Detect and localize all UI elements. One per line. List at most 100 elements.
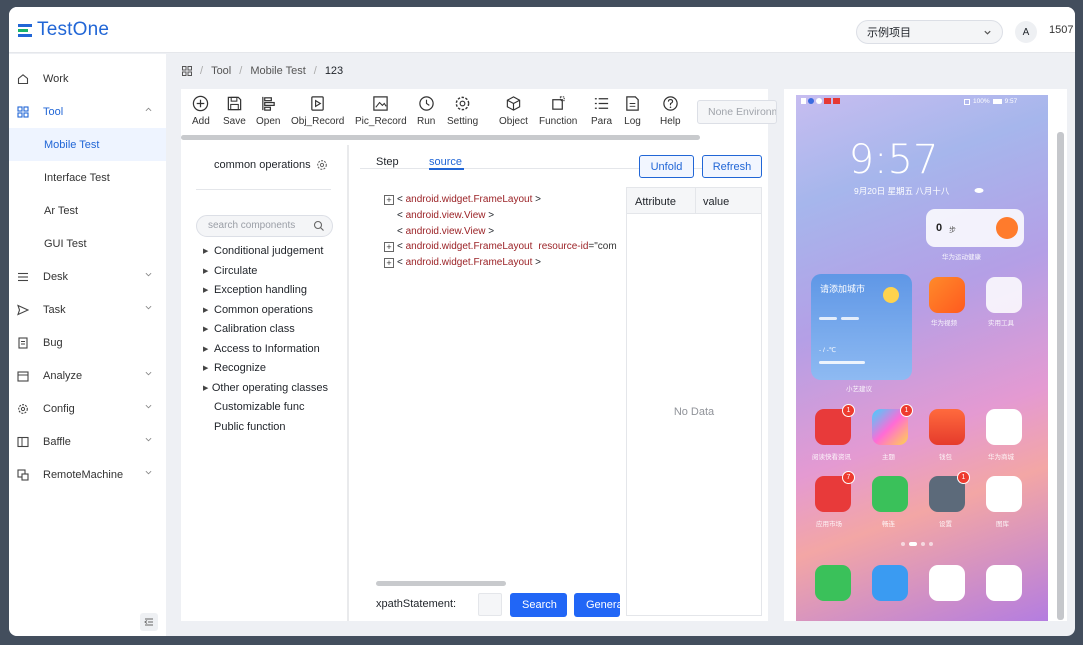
log-button[interactable]: Log <box>624 95 641 127</box>
xml-open-bracket: < <box>397 210 403 221</box>
user-name[interactable]: 1507 <box>1049 24 1073 36</box>
sidebar-item-analyze[interactable]: Analyze <box>9 359 166 392</box>
xml-tag: android.widget.FrameLayout <box>405 257 533 268</box>
app-label: 设置 <box>939 521 952 528</box>
sidebar-collapse-button[interactable] <box>140 613 158 631</box>
toolbar-scrollbar[interactable] <box>181 135 700 140</box>
vmall-app[interactable] <box>986 409 1022 445</box>
tab-source[interactable]: source <box>429 156 462 168</box>
xml-node[interactable]: + < android.widget.FrameLayout > <box>384 257 541 268</box>
sidebar-subitem-ar-test[interactable]: Ar Test <box>9 194 166 227</box>
cube-icon <box>506 96 521 111</box>
meetime-app[interactable] <box>872 476 908 512</box>
cloud-icon <box>974 188 984 193</box>
messages-app[interactable] <box>872 565 908 601</box>
placeholder-bar <box>819 317 837 320</box>
steps-widget[interactable]: 0 步 <box>926 209 1024 247</box>
device-screen[interactable]: 100% 9:57 9:57 9月20日 星期五 八月十八 0 步 华为运动健康… <box>796 95 1048 621</box>
component-group-label: Access to Information <box>214 343 320 355</box>
expand-icon[interactable]: + <box>384 241 394 252</box>
run-button[interactable]: Run <box>417 95 435 127</box>
sidebar-subitem-mobile-test[interactable]: Mobile Test <box>9 128 166 161</box>
weather-widget[interactable]: 请添加城市 - / -℃ <box>811 274 912 380</box>
logo[interactable]: TestOne <box>17 19 109 41</box>
environment-select[interactable]: None Environment <box>697 100 777 124</box>
status-right: 100% 9:57 <box>964 98 1017 105</box>
component-group[interactable]: ▶ Exception handling <box>203 284 328 296</box>
app-label: 钱包 <box>939 454 952 461</box>
expand-icon[interactable]: + <box>384 194 394 205</box>
phone-app[interactable] <box>815 565 851 601</box>
tab-step[interactable]: Step <box>376 156 399 168</box>
refresh-button[interactable]: Refresh <box>702 155 762 178</box>
unfold-button[interactable]: Unfold <box>639 155 694 178</box>
help-button[interactable]: Help <box>660 95 681 127</box>
setting-button[interactable]: Setting <box>447 95 478 127</box>
component-group-label: Circulate <box>214 265 258 277</box>
breadcrumb-item[interactable]: Mobile Test <box>250 65 305 77</box>
xml-node[interactable]: < android.view.View > <box>397 210 494 221</box>
gear-icon[interactable] <box>316 159 328 171</box>
component-group[interactable]: ▶ Common operations <box>203 304 328 316</box>
xml-close-bracket: > <box>488 226 495 237</box>
sidebar-item-config[interactable]: Config <box>9 392 166 425</box>
grid-icon[interactable] <box>182 66 192 76</box>
xml-node[interactable]: < android.view.View > <box>397 226 494 237</box>
sidebar-item-baffle[interactable]: Baffle <box>9 425 166 458</box>
component-group[interactable]: ▶ Other operating classes <box>203 382 328 394</box>
sidebar-item-work[interactable]: Work <box>9 62 166 95</box>
search-button[interactable]: Search <box>510 593 567 617</box>
sidebar-subitem-interface-test[interactable]: Interface Test <box>9 161 166 194</box>
component-search-input[interactable]: search components <box>196 215 333 237</box>
component-group[interactable]: ▶ Access to Information <box>203 343 328 355</box>
xpath-label: xpathStatement: <box>376 598 457 610</box>
open-button[interactable]: Open <box>256 95 280 127</box>
xpath-input[interactable] <box>478 593 502 616</box>
source-scrollbar[interactable] <box>376 581 506 586</box>
component-leaf[interactable]: Public function <box>214 421 339 433</box>
obj-record-button[interactable]: Obj_Record <box>291 95 344 127</box>
wallet-app[interactable] <box>929 409 965 445</box>
save-button[interactable]: Save <box>223 95 246 127</box>
xml-node[interactable]: + < android.widget.FrameLayout resource-… <box>384 241 620 252</box>
add-button[interactable]: Add <box>192 95 210 127</box>
source-panel: Step source Unfold Refresh + < android.w… <box>360 141 768 621</box>
weather-temp: - / -℃ <box>819 347 837 354</box>
function-button[interactable]: Function <box>539 95 577 127</box>
xml-node[interactable]: + < android.widget.FrameLayout > <box>384 194 541 205</box>
sidebar-item-task[interactable]: Task <box>9 293 166 326</box>
sidebar-item-bug[interactable]: Bug <box>9 326 166 359</box>
device-scrollbar[interactable] <box>1057 132 1064 620</box>
component-leaf[interactable]: Customizable func <box>214 401 339 413</box>
xml-attribute-value: ="com <box>588 241 617 252</box>
component-group[interactable]: ▶ Conditional judgement <box>203 245 328 257</box>
battery-level: 100% <box>973 98 990 105</box>
splitter[interactable] <box>347 145 349 621</box>
component-group[interactable]: ▶ Calibration class <box>203 323 328 335</box>
tools-folder-app[interactable] <box>986 277 1022 313</box>
help-label: Help <box>660 116 681 127</box>
project-select[interactable]: 示例项目 <box>856 20 1003 44</box>
breadcrumb-separator: / <box>239 65 243 77</box>
generate-button[interactable]: Generate <box>574 593 620 617</box>
sidebar-item-desk[interactable]: Desk <box>9 260 166 293</box>
translate-button[interactable]: A <box>1015 21 1037 43</box>
search-placeholder: search components <box>208 220 296 231</box>
expand-icon[interactable]: + <box>384 257 394 268</box>
sidebar-item-tool[interactable]: Tool <box>9 95 166 128</box>
pic-record-button[interactable]: Pic_Record <box>355 95 407 127</box>
component-group[interactable]: ▶ Recognize <box>203 362 328 374</box>
gallery-app[interactable] <box>986 476 1022 512</box>
browser-app[interactable] <box>929 565 965 601</box>
object-button[interactable]: Object <box>499 95 528 127</box>
sidebar-subitem-gui-test[interactable]: GUI Test <box>9 227 166 260</box>
para-button[interactable]: Para <box>591 95 612 127</box>
camera-app[interactable] <box>986 565 1022 601</box>
column-divider <box>695 188 696 214</box>
sidebar-item-remotemachine[interactable]: RemoteMachine <box>9 458 166 491</box>
component-group[interactable]: ▶ Circulate <box>203 265 328 277</box>
caret-right-icon: ▶ <box>203 307 209 314</box>
breadcrumb-item[interactable]: Tool <box>211 65 231 77</box>
huawei-video-app[interactable] <box>929 277 965 313</box>
widget-label: 小艺建议 <box>846 386 872 393</box>
